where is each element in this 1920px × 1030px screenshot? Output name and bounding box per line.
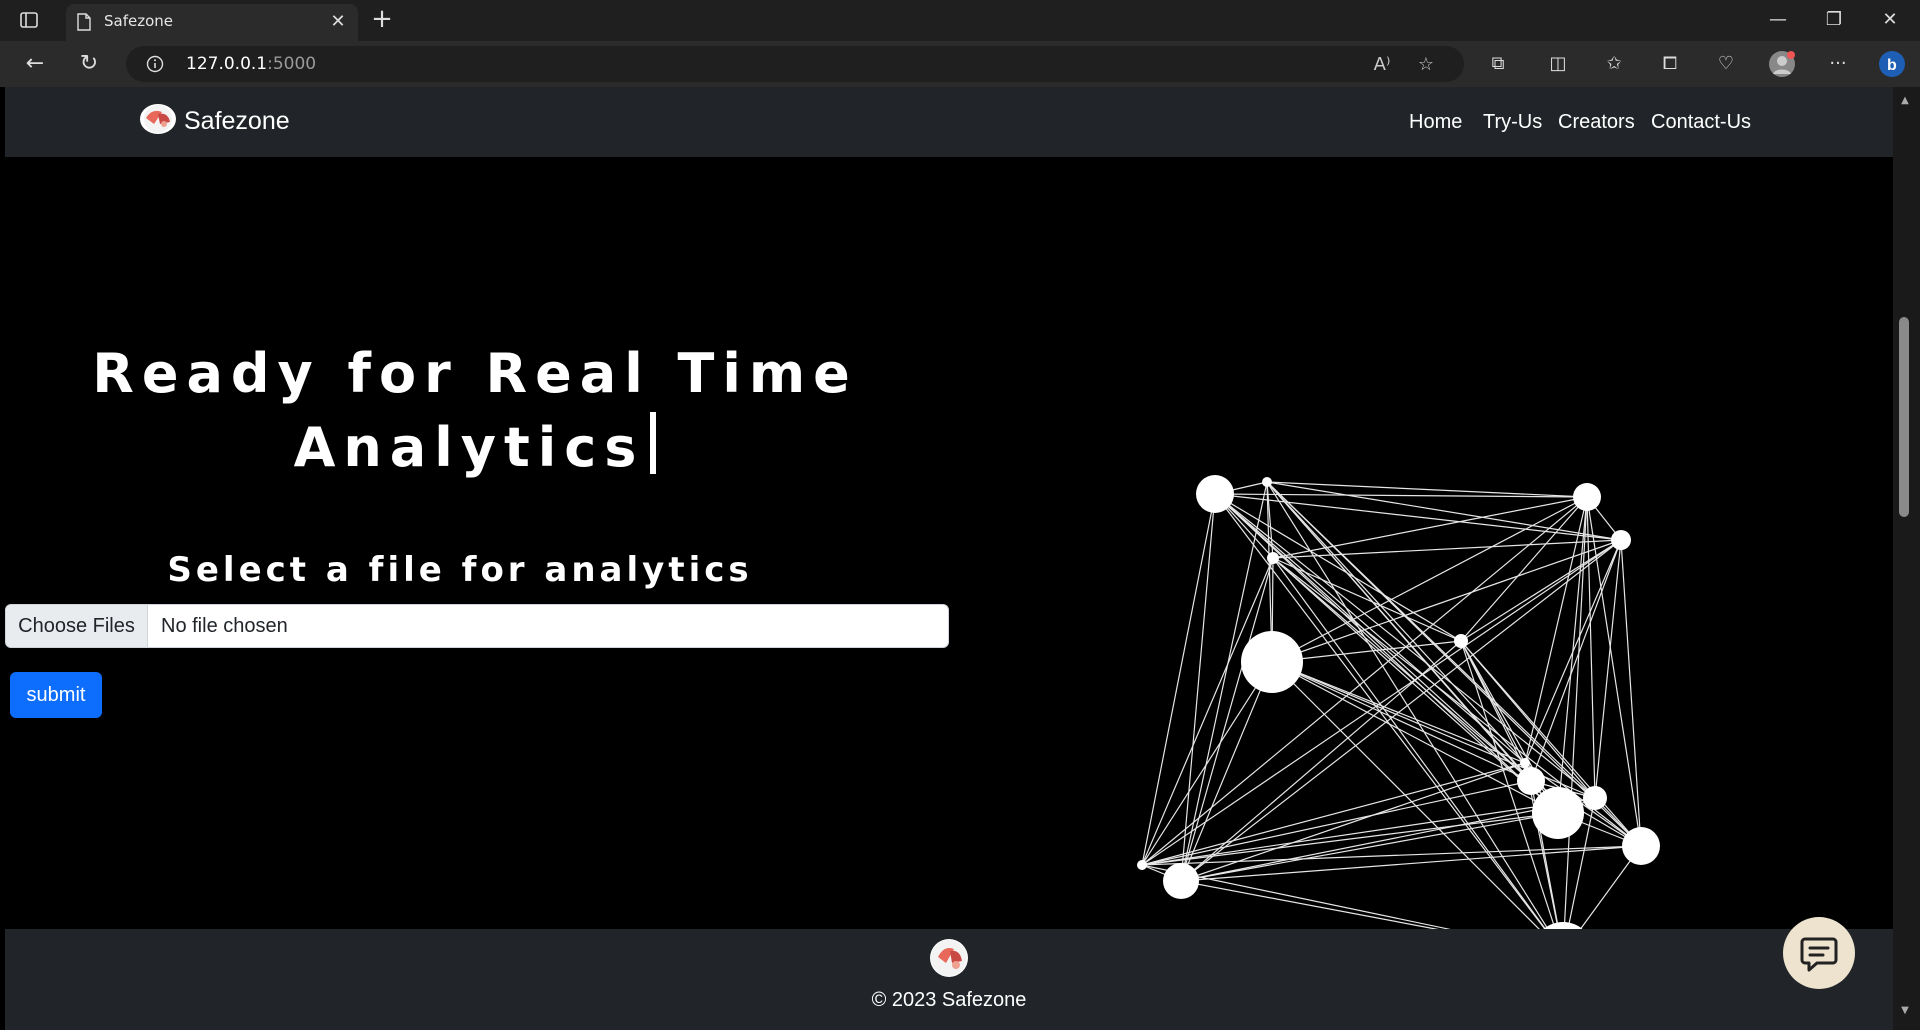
svg-text:b: b <box>1887 57 1897 74</box>
graph-edge <box>1266 481 1564 954</box>
graph-edge <box>1141 493 1216 866</box>
graph-node <box>1163 863 1199 899</box>
page-viewport: Safezone Home Try-Us Creators Contact-Us… <box>5 87 1893 1030</box>
scroll-down-icon[interactable]: ▼ <box>1899 1005 1911 1017</box>
graph-edge <box>1460 640 1526 764</box>
footer-logo-icon <box>930 939 968 977</box>
graph-edge <box>1271 661 1526 764</box>
graph-edge <box>1214 493 1622 541</box>
browser-tab-bar: Safezone ✕ + — ❐ ✕ <box>0 0 1920 41</box>
graph-node <box>1520 758 1530 768</box>
refresh-icon[interactable]: ↻ <box>74 49 104 79</box>
graph-edge <box>1272 557 1532 782</box>
new-tab-icon[interactable]: + <box>368 6 396 34</box>
browser-toolbar: ← ↻ 127.0.0.1:5000 A⁾ ☆ ⧉ ◫ ✩ ⧠ ♡ ··· b <box>0 41 1920 87</box>
scroll-up-icon[interactable]: ▲ <box>1899 95 1911 107</box>
graph-edge <box>1460 496 1588 642</box>
nav-home[interactable]: Home <box>1409 111 1462 134</box>
graph-edge <box>1141 762 1526 866</box>
page-scrollbar[interactable]: ▲ ▼ <box>1893 87 1920 1030</box>
graph-edge <box>1620 539 1642 847</box>
choose-files-button[interactable]: Choose Files <box>6 605 148 647</box>
brand-name[interactable]: Safezone <box>184 107 290 136</box>
graph-edge <box>1180 640 1462 882</box>
graph-edge <box>1524 496 1588 764</box>
graph-edge <box>1271 496 1588 663</box>
scrollbar-thumb[interactable] <box>1899 317 1909 517</box>
browser-essentials-icon[interactable]: ♡ <box>1712 50 1740 78</box>
graph-node <box>1196 475 1234 513</box>
graph-node <box>1267 552 1279 564</box>
graph-node <box>1573 483 1601 511</box>
read-aloud-icon[interactable]: A⁾ <box>1370 53 1394 77</box>
graph-edge <box>1530 539 1622 782</box>
extensions-icon[interactable]: ⧉ <box>1484 50 1512 78</box>
site-navbar: Safezone Home Try-Us Creators Contact-Us <box>5 87 1893 157</box>
file-input[interactable]: Choose Files No file chosen <box>5 604 949 648</box>
graph-edge <box>1214 493 1462 642</box>
graph-edge <box>1141 496 1588 866</box>
back-icon[interactable]: ← <box>20 49 50 79</box>
site-info-icon[interactable] <box>146 55 164 73</box>
copyright-text: © 2023 Safezone <box>871 989 1027 1011</box>
nav-creators[interactable]: Creators <box>1558 111 1635 134</box>
graph-edge <box>1266 481 1559 814</box>
graph-node <box>1137 860 1147 870</box>
page-icon <box>76 13 92 31</box>
copilot-icon[interactable]: b <box>1878 50 1906 78</box>
file-status: No file chosen <box>161 615 288 637</box>
graph-edge <box>1271 661 1564 954</box>
graph-node <box>1262 477 1272 487</box>
graph-node <box>1241 631 1303 693</box>
site-footer: © 2023 Safezone <box>5 929 1893 1030</box>
minimize-icon[interactable]: — <box>1750 0 1806 40</box>
browser-tab[interactable]: Safezone ✕ <box>66 4 358 41</box>
chat-icon[interactable] <box>1783 917 1855 989</box>
submit-button[interactable]: submit <box>10 672 102 718</box>
graph-node <box>1532 787 1584 839</box>
tab-actions-icon[interactable] <box>18 9 40 31</box>
graph-node <box>1454 634 1468 648</box>
graph-node <box>1517 767 1545 795</box>
address-bar[interactable]: 127.0.0.1:5000 A⁾ ☆ <box>126 46 1464 82</box>
split-screen-icon[interactable]: ◫ <box>1544 50 1572 78</box>
hero-title: Ready for Real Time Analytics <box>92 342 858 479</box>
more-options-icon[interactable]: ··· <box>1824 50 1852 78</box>
graph-edge <box>1271 661 1532 782</box>
typing-caret <box>650 412 657 474</box>
profile-avatar[interactable] <box>1768 50 1796 78</box>
graph-node <box>1622 827 1660 865</box>
network-graph-animation <box>1137 475 1660 984</box>
favorites-icon[interactable]: ✩ <box>1600 50 1628 78</box>
graph-node <box>1611 530 1631 550</box>
nav-contact-us[interactable]: Contact-Us <box>1651 111 1751 134</box>
brand-logo-icon[interactable] <box>140 104 176 134</box>
graph-edge <box>1272 557 1564 954</box>
tab-title: Safezone <box>104 12 174 30</box>
close-tab-icon[interactable]: ✕ <box>328 12 348 32</box>
graph-edge <box>1180 812 1559 882</box>
upload-subtitle: Select a file for analytics <box>167 550 753 590</box>
graph-edge <box>1271 539 1622 663</box>
graph-edge <box>1594 539 1622 799</box>
url-text: 127.0.0.1:5000 <box>186 54 317 74</box>
collections-icon[interactable]: ⧠ <box>1656 50 1684 78</box>
nav-try-us[interactable]: Try-Us <box>1483 111 1542 134</box>
favorite-star-icon[interactable]: ☆ <box>1414 53 1438 77</box>
graph-edge <box>1460 539 1622 642</box>
restore-icon[interactable]: ❐ <box>1806 0 1862 40</box>
graph-node <box>1583 786 1607 810</box>
window-close-icon[interactable]: ✕ <box>1862 0 1918 40</box>
